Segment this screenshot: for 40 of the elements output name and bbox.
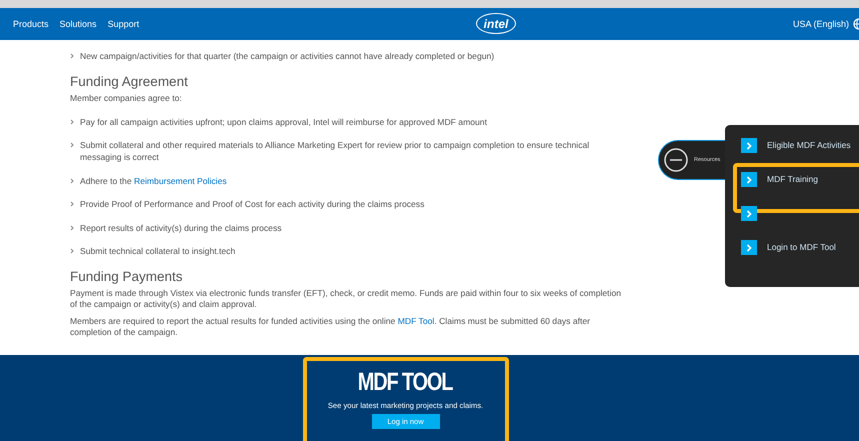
chevron-icon — [70, 201, 74, 207]
chevron-icon — [70, 118, 74, 124]
list-item-text: Adhere to the Reimbursement Policies — [80, 174, 227, 186]
text-link[interactable]: MDF Tool — [398, 316, 434, 326]
chevron-button[interactable] — [741, 172, 757, 187]
banner-title: MDF TOOL — [358, 367, 453, 397]
chevron-icon — [746, 210, 752, 218]
paragraph: Payment is made through Vistex via electronic funds transfer (EFT), check, or credit memo. Funds are paid within four to six weeks of completion of the campaign or activity(s) and claim approval. — [70, 288, 622, 310]
text-link[interactable]: Reimbursement Policies — [134, 176, 227, 186]
menu-link[interactable]: Login to MDF Tool — [767, 240, 836, 252]
locale-link[interactable]: USA (English) — [792, 19, 849, 29]
chevron-button[interactable] — [741, 138, 757, 153]
nav-link[interactable]: Solutions — [60, 19, 97, 29]
chevron-button[interactable] — [741, 206, 757, 221]
section-heading: Funding Agreement — [70, 74, 189, 88]
nav-link[interactable]: Products — [13, 19, 49, 29]
list-item-text: Pay for all campaign activities upfront; upon claims approval, Intel will reimburse for approved MDF amount — [80, 116, 487, 128]
list-item-text: Submit collateral and other required materials to Alliance Marketing Expert for review prior to campaign completion to ensure technical messaging is correct — [80, 139, 590, 163]
chevron-icon — [70, 224, 74, 230]
intro-text: Member companies agree to: — [70, 92, 183, 104]
list-item-text: Submit technical collateral to insight.tech — [80, 245, 236, 257]
section-heading: Funding Payments — [70, 268, 184, 284]
chevron-icon — [70, 248, 74, 254]
menu-link[interactable]: Eligible MDF Activities — [767, 138, 851, 150]
chevron-icon — [70, 142, 74, 148]
collapse-icon[interactable] — [663, 147, 689, 173]
chevron-icon — [746, 142, 752, 150]
nav-link[interactable]: Support — [108, 19, 140, 29]
chevron-button[interactable] — [741, 240, 757, 255]
chevron-icon — [746, 244, 752, 252]
list-item-text: Report results of activity(s) during the claims process — [80, 222, 282, 234]
intel-logo[interactable]: intel — [476, 13, 516, 34]
globe-icon[interactable] — [853, 18, 859, 30]
paragraph: Members are required to report the actual results for funded activities using the online MDF Tool. Claims must be submitted 60 days after completion of the campaign. — [70, 316, 592, 338]
list-item-text: Provide Proof of Performance and Proof of Cost for each activity during the claims process — [80, 198, 424, 210]
menu-link[interactable]: MDF Training — [767, 172, 818, 184]
chevron-icon — [746, 176, 752, 184]
list-item-text: New campaign/activities for that quarter (the campaign or activities cannot have already completed or begun) — [80, 50, 494, 62]
chevron-icon — [70, 53, 74, 59]
chevron-icon — [70, 178, 74, 184]
